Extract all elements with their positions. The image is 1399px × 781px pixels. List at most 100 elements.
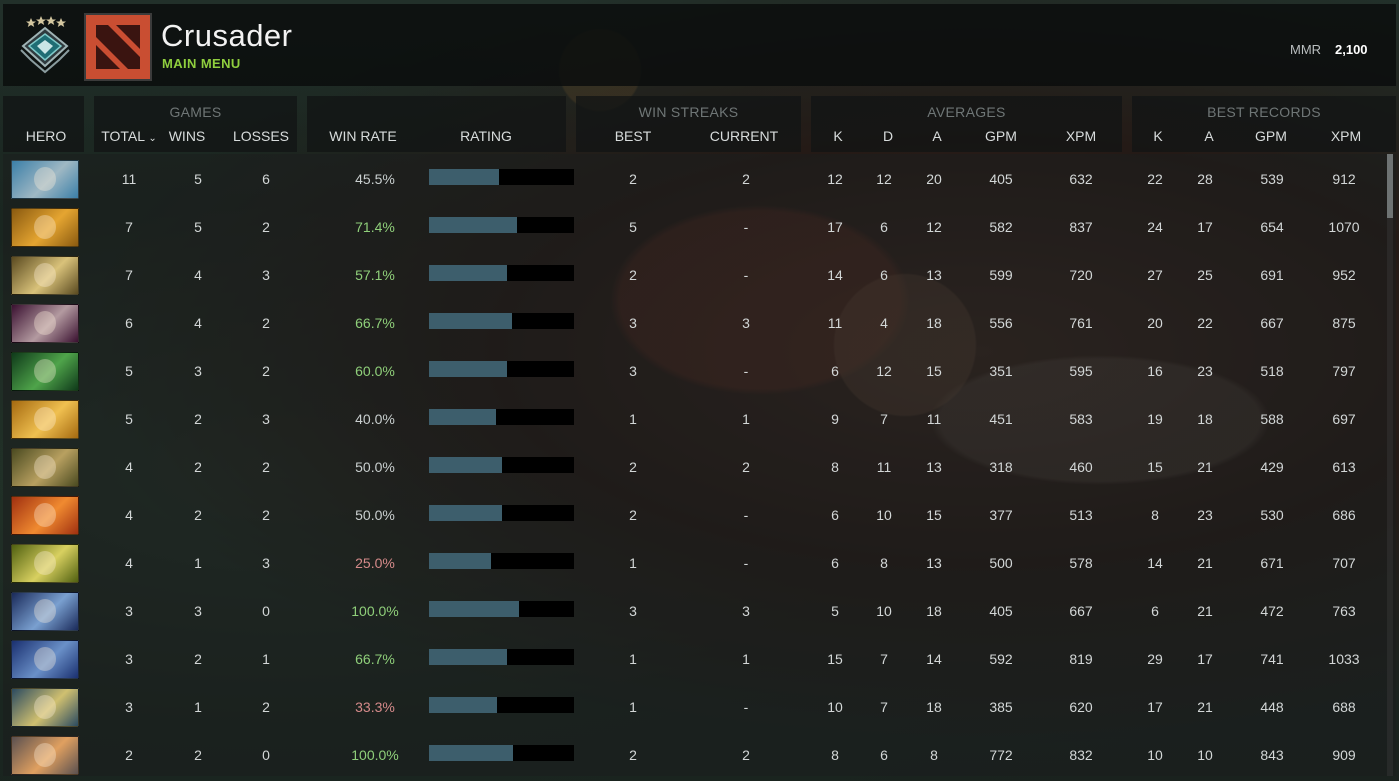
table-row[interactable]: 4 2 2 50.0% 2-6 10 15 377 513 8 23 530 686 [0,490,1399,538]
wins-cell: 4 [194,267,202,283]
record-gpm-cell: 472 [1260,603,1284,619]
rank-medal-icon [17,14,73,76]
column-header-avg-gpm[interactable]: GPM [971,128,1031,144]
record-xpm-cell: 909 [1332,747,1356,763]
current-streak-cell: 2 [742,171,750,187]
table-row[interactable]: 6 4 2 66.7% 3 3 11 4 18 556 761 20 22 667 875 [0,298,1399,346]
hero-portrait[interactable] [11,160,79,199]
table-row[interactable]: 3 3 0 100.0% 3 3 5 10 18 405 667 6 21 472 763 [0,586,1399,634]
win-rate-cell: 71.4% [355,219,395,235]
hero-portrait[interactable] [11,304,79,343]
losses-cell: 2 [262,315,270,331]
table-row[interactable]: 7 4 3 57.1% 2-14 6 13 599 720 27 25 691 952 [0,250,1399,298]
avg-gpm-cell: 385 [989,699,1013,715]
wins-cell: 2 [194,507,202,523]
column-header-losses[interactable]: LOSSES [228,128,294,144]
avg-assists-cell: 11 [926,411,942,427]
total-games-cell: 6 [125,315,133,331]
rating-bar [429,457,574,473]
hero-portrait[interactable] [11,448,79,487]
hero-portrait[interactable] [11,544,79,583]
best-streak-cell: 2 [629,171,637,187]
total-games-cell: 11 [121,171,137,187]
table-row[interactable]: 5 3 2 60.0% 3-6 12 15 351 595 16 23 518 797 [0,346,1399,394]
record-gpm-cell: 843 [1260,747,1284,763]
column-header-record-gpm[interactable]: GPM [1241,128,1301,144]
table-row[interactable]: 7 5 2 71.4% 5-17 6 12 582 837 24 17 654 1070 [0,202,1399,250]
table-row[interactable]: 11 5 6 45.5% 2 2 12 12 20 405 632 22 28 539 912 [0,154,1399,202]
record-xpm-cell: 912 [1332,171,1356,187]
hero-portrait-highlight [34,311,56,335]
hero-portrait-highlight [34,503,56,527]
column-header-record-xpm[interactable]: XPM [1316,128,1376,144]
column-header-current-streak[interactable]: CURRENT [704,128,784,144]
best-streak-cell: 1 [629,699,637,715]
rating-bar [429,217,574,233]
total-games-cell: 3 [125,699,133,715]
best-streak-cell: 1 [629,651,637,667]
losses-cell: 2 [262,459,270,475]
hero-portrait[interactable] [11,400,79,439]
record-xpm-cell: 1033 [1328,651,1360,667]
column-header-record-assists[interactable]: A [1179,128,1239,144]
mmr-label: MMR [1290,42,1322,57]
win-rate-cell: 25.0% [355,555,395,571]
rating-bar [429,169,574,185]
avg-gpm-cell: 772 [989,747,1013,763]
table-row[interactable]: 4 2 2 50.0% 2 2 8 11 13 318 460 15 21 429 613 [0,442,1399,490]
column-header-rating[interactable]: RATING [446,128,526,144]
avg-assists-cell: 13 [926,267,942,283]
column-header-wins[interactable]: WINS [157,128,217,144]
table-row[interactable]: 5 2 3 40.0% 1 1 9 7 11 451 583 19 18 588 697 [0,394,1399,442]
record-xpm-cell: 613 [1332,459,1356,475]
column-header-win-rate[interactable]: WIN RATE [323,128,403,144]
column-header-hero[interactable]: HERO [16,128,76,144]
hero-portrait[interactable] [11,256,79,295]
record-xpm-cell: 875 [1332,315,1356,331]
hero-portrait[interactable] [11,352,79,391]
best-streak-cell: 3 [629,315,637,331]
hero-portrait-highlight [34,263,56,287]
win-rate-cell: 57.1% [355,267,395,283]
column-header-avg-xpm[interactable]: XPM [1051,128,1111,144]
hero-portrait[interactable] [11,736,79,775]
hero-portrait[interactable] [11,496,79,535]
column-header-avg-assists[interactable]: A [907,128,967,144]
rating-bar [429,649,574,665]
current-streak-cell: - [743,267,749,283]
main-menu-link[interactable]: MAIN MENU [162,56,241,71]
total-games-cell: 2 [125,747,133,763]
best-streak-cell: 3 [629,603,637,619]
record-assists-cell: 17 [1197,651,1213,667]
win-rate-cell: 50.0% [355,459,395,475]
total-games-cell: 4 [125,507,133,523]
wins-cell: 1 [194,555,202,571]
hero-portrait[interactable] [11,688,79,727]
column-header-best-streak[interactable]: BEST [603,128,663,144]
scrollbar-thumb[interactable] [1387,154,1393,218]
avg-assists-cell: 18 [926,315,942,331]
table-row[interactable]: 3 2 1 66.7% 1 1 15 7 14 592 819 29 17 741 1033 [0,634,1399,682]
current-streak-cell: 2 [742,459,750,475]
avg-assists-cell: 8 [930,747,938,763]
table-row[interactable]: 2 2 0 100.0% 2 2 8 6 8 772 832 10 10 843 909 [0,730,1399,778]
hero-portrait[interactable] [11,208,79,247]
hero-portrait-highlight [34,743,56,767]
hero-portrait-highlight [34,695,56,719]
avg-assists-cell: 20 [926,171,942,187]
table-scrollbar[interactable] [1387,154,1393,776]
hero-portrait[interactable] [11,640,79,679]
table-row[interactable]: 4 1 3 25.0% 1-6 8 13 500 578 14 21 671 707 [0,538,1399,586]
column-header-total[interactable]: TOTAL ⌄ [96,128,162,144]
total-games-cell: 3 [125,603,133,619]
rating-bar [429,505,574,521]
column-header-total-label: TOTAL [101,128,145,144]
rating-bar [429,409,574,425]
table-row[interactable]: 3 1 2 33.3% 1-10 7 18 385 620 17 21 448 688 [0,682,1399,730]
win-streaks-group-title: WIN STREAKS [638,104,739,120]
games-group-title: GAMES [169,104,222,120]
current-streak-cell: - [743,699,749,715]
hero-portrait[interactable] [11,592,79,631]
wins-cell: 1 [194,699,202,715]
avg-xpm-cell: 578 [1069,555,1093,571]
